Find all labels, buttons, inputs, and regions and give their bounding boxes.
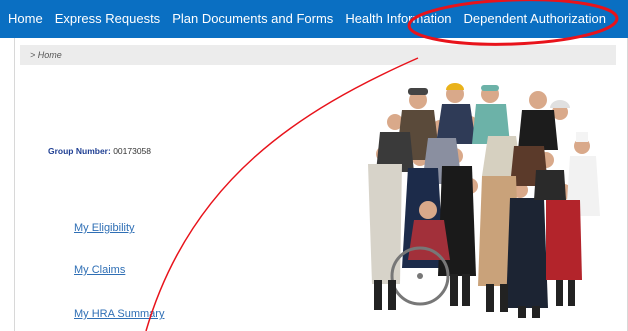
nav-item-plan-documents[interactable]: Plan Documents and Forms <box>166 0 339 38</box>
nav-item-health-information[interactable]: Health Information <box>339 0 457 38</box>
nav-item-home[interactable]: Home <box>0 0 49 38</box>
my-hra-summary-link[interactable]: My HRA Summary <box>74 308 164 320</box>
nav-item-dependent-authorization[interactable]: Dependent Authorization <box>458 0 612 38</box>
my-claims-link[interactable]: My Claims <box>74 264 125 276</box>
my-eligibility-link[interactable]: My Eligibility <box>74 222 135 234</box>
group-number: Group Number: 00173058 <box>48 146 151 156</box>
group-number-value: 00173058 <box>113 146 152 156</box>
group-number-label: Group Number: <box>48 146 111 156</box>
nav-item-express-requests[interactable]: Express Requests <box>49 0 167 38</box>
people-group-photo <box>368 83 600 318</box>
breadcrumb: > Home <box>20 45 616 65</box>
top-navigation: Home Express Requests Plan Documents and… <box>0 0 628 38</box>
